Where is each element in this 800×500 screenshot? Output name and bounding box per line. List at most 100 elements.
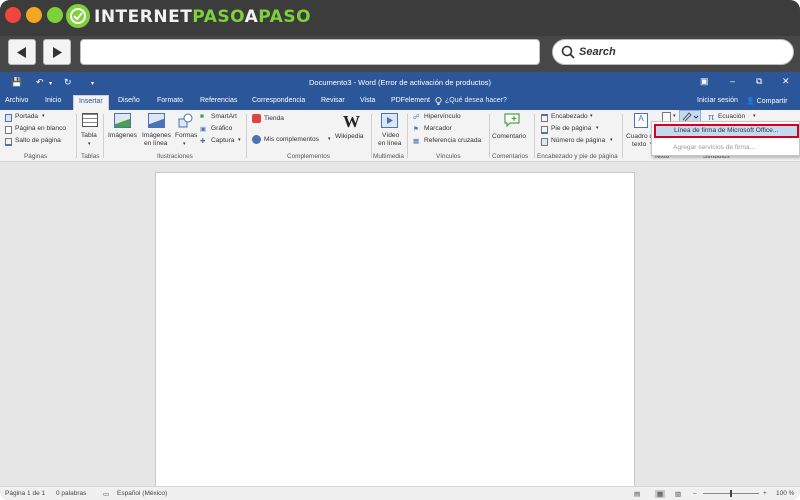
portada-icon xyxy=(5,114,12,122)
browser-titlebar: INTERNETPASOAPASO xyxy=(0,0,800,36)
online-pictures-button[interactable]: Imágenes xyxy=(142,132,171,139)
document-workspace xyxy=(0,162,800,492)
screenshot-icon: ✚ xyxy=(200,138,206,145)
proofing-icon[interactable]: ▭ xyxy=(103,490,109,498)
smartart-button[interactable]: SmartArt xyxy=(211,113,237,120)
web-layout-icon[interactable]: ▧ xyxy=(675,490,681,498)
url-bar[interactable] xyxy=(80,39,540,65)
quick-access-toolbar: 💾 ↶ ▾ ↻ ▾ Documento3 - Word (Error de ac… xyxy=(0,72,800,94)
blank-page-icon xyxy=(5,126,12,134)
separator xyxy=(76,114,77,158)
equation-button[interactable]: Ecuación xyxy=(718,113,745,120)
tab-referencias[interactable]: Referencias xyxy=(200,97,237,104)
minimize-window-dot[interactable] xyxy=(26,7,42,23)
tab-correspondencia[interactable]: Correspondencia xyxy=(252,97,305,104)
lightbulb-icon xyxy=(435,97,442,105)
blank-page-button[interactable]: Página en blanco xyxy=(15,125,66,132)
language-label[interactable]: Español (México) xyxy=(117,490,167,497)
person-icon: 👤 xyxy=(746,98,755,105)
menu-item-add-signature-services[interactable]: Agregar servicios de firma... xyxy=(652,141,799,155)
page-number-dropdown-icon[interactable]: ▾ xyxy=(610,137,613,143)
page-break-button[interactable]: Salto de página xyxy=(15,137,61,144)
tell-me-box[interactable]: ¿Qué desea hacer? xyxy=(435,97,507,105)
wikipedia-button[interactable]: Wikipedia xyxy=(335,133,364,140)
word-window: 💾 ↶ ▾ ↻ ▾ Documento3 - Word (Error de ac… xyxy=(0,72,800,500)
restore-icon[interactable]: ⧉ xyxy=(756,76,762,87)
status-bar: Página 1 de 1 0 palabras ▭ Español (Méxi… xyxy=(0,486,800,500)
hyperlink-button[interactable]: Hipervínculo xyxy=(424,113,461,120)
page-number-button[interactable]: Número de página xyxy=(551,137,605,144)
browser-navbar: Search xyxy=(0,36,800,72)
sign-in-link[interactable]: Iniciar sesión xyxy=(697,97,738,104)
share-button[interactable]: 👤 Compartir xyxy=(746,97,787,105)
tab-archivo[interactable]: Archivo xyxy=(5,97,28,104)
pictures-button[interactable]: Imágenes xyxy=(108,132,137,139)
group-label-tablas: Tablas xyxy=(81,153,100,160)
hyperlink-icon: ☍ xyxy=(413,114,420,121)
my-addins-button[interactable]: Mis complementos xyxy=(264,136,319,143)
portada-dropdown-icon[interactable]: ▾ xyxy=(42,113,45,119)
bookmark-button[interactable]: Marcador xyxy=(424,125,452,132)
zoom-slider-thumb[interactable] xyxy=(730,490,732,497)
ribbon-display-icon[interactable]: ▣ xyxy=(700,76,709,87)
tab-insertar[interactable]: Insertar xyxy=(73,95,109,110)
group-label-multimedia: Multimedia xyxy=(373,153,404,160)
read-mode-icon[interactable]: ▤ xyxy=(634,490,640,498)
group-label-comentarios: Comentarios xyxy=(492,153,529,160)
table-dropdown-icon[interactable]: ▾ xyxy=(88,141,91,147)
online-video-button[interactable]: Vídeo xyxy=(382,132,399,139)
bookmark-icon: ⚑ xyxy=(413,126,419,133)
header-button[interactable]: Encabezado xyxy=(551,113,588,120)
tab-formato[interactable]: Formato xyxy=(157,97,183,104)
cross-reference-button[interactable]: Referencia cruzada xyxy=(424,137,481,144)
zoom-out-button[interactable]: – xyxy=(693,490,697,497)
close-window-dot[interactable] xyxy=(5,7,21,23)
maximize-window-dot[interactable] xyxy=(47,7,63,23)
store-icon xyxy=(252,114,261,123)
document-page[interactable] xyxy=(155,172,635,492)
tab-vista[interactable]: Vista xyxy=(360,97,375,104)
chart-button[interactable]: Gráfico xyxy=(211,125,232,132)
footer-dropdown-icon[interactable]: ▾ xyxy=(596,125,599,131)
document-title: Documento3 - Word (Error de activación d… xyxy=(308,78,492,87)
zoom-in-button[interactable]: + xyxy=(763,490,767,497)
separator xyxy=(103,114,104,158)
close-icon[interactable]: ✕ xyxy=(782,76,790,87)
equation-dropdown-icon[interactable]: ▾ xyxy=(753,113,756,119)
online-video-icon xyxy=(381,113,398,128)
zoom-level[interactable]: 100 % xyxy=(776,490,794,497)
text-box-button[interactable]: Cuadro d xyxy=(626,133,653,140)
header-dropdown-icon[interactable]: ▾ xyxy=(590,113,593,119)
minimize-icon[interactable]: – xyxy=(730,76,735,86)
browser-search-box[interactable]: Search xyxy=(552,39,794,65)
tab-pdfelement[interactable]: PDFelement xyxy=(391,97,430,104)
footer-button[interactable]: Pie de página xyxy=(551,125,591,132)
table-button[interactable]: Tabla xyxy=(81,132,97,139)
print-layout-icon[interactable]: ▦ xyxy=(655,490,666,498)
word-count[interactable]: 0 palabras xyxy=(56,490,86,497)
date-time-dropdown-icon[interactable]: ▾ xyxy=(673,113,676,119)
screenshot-dropdown-icon[interactable]: ▾ xyxy=(238,137,241,143)
shapes-icon xyxy=(178,113,193,128)
tab-diseno[interactable]: Diseño xyxy=(118,97,140,104)
cross-reference-icon: ▦ xyxy=(413,138,420,145)
portada-button[interactable]: Portada xyxy=(15,113,38,120)
shapes-dropdown-icon[interactable]: ▾ xyxy=(183,141,186,147)
back-button[interactable] xyxy=(8,39,36,65)
menu-item-microsoft-signature-line[interactable]: Línea de firma de Microsoft Office... xyxy=(654,124,799,138)
forward-button[interactable] xyxy=(43,39,71,65)
screenshot-button[interactable]: Captura xyxy=(211,137,234,144)
page-count[interactable]: Página 1 de 1 xyxy=(5,490,45,497)
separator xyxy=(489,114,490,158)
table-icon xyxy=(82,113,98,127)
signature-line-menu: Línea de firma de Microsoft Office... Ag… xyxy=(651,121,800,156)
comment-button[interactable]: Comentario xyxy=(492,133,526,140)
tab-inicio[interactable]: Inicio xyxy=(45,97,61,104)
header-icon xyxy=(541,114,548,122)
my-addins-dropdown-icon[interactable]: ▾ xyxy=(328,136,331,142)
shapes-button[interactable]: Formas xyxy=(175,132,197,139)
store-button[interactable]: Tienda xyxy=(264,115,284,122)
tab-revisar[interactable]: Revisar xyxy=(321,97,345,104)
text-box-icon: A xyxy=(634,113,648,128)
comment-icon xyxy=(504,113,520,128)
